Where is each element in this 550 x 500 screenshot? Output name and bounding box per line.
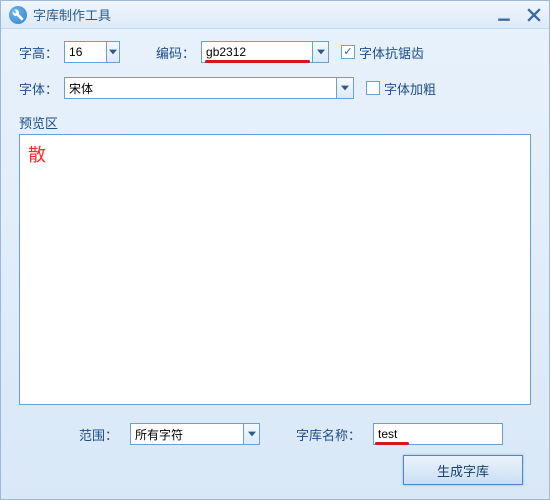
preview-sample-char: 散 bbox=[28, 145, 46, 165]
chevron-down-icon[interactable] bbox=[106, 42, 119, 62]
preview-section-label: 预览区 bbox=[19, 113, 531, 132]
row-height-encoding: 字高： 编码： 字体抗锯齿 bbox=[19, 41, 531, 63]
font-input[interactable] bbox=[65, 78, 336, 98]
window: 字库制作工具 字高： 编码： 字体抗锯齿 字体 bbox=[0, 0, 550, 500]
window-title: 字库制作工具 bbox=[33, 5, 111, 24]
libname-label: 字库名称： bbox=[296, 425, 361, 444]
row-range-name: 范围： 字库名称： bbox=[19, 423, 531, 445]
chevron-down-icon[interactable] bbox=[312, 42, 328, 62]
antialias-label: 字体抗锯齿 bbox=[359, 43, 424, 62]
annotation-underline bbox=[205, 60, 310, 63]
minimize-icon[interactable] bbox=[497, 8, 511, 22]
range-label: 范围： bbox=[79, 425, 118, 444]
chevron-down-icon[interactable] bbox=[243, 424, 259, 444]
bold-label: 字体加粗 bbox=[384, 79, 436, 98]
row-font: 字体： 字体加粗 bbox=[19, 77, 531, 99]
range-input[interactable] bbox=[131, 424, 243, 444]
antialias-checkbox-wrap[interactable]: 字体抗锯齿 bbox=[341, 43, 424, 62]
encoding-label: 编码： bbox=[156, 43, 195, 62]
generate-row: 生成字库 bbox=[19, 455, 531, 485]
height-combo[interactable] bbox=[64, 41, 120, 63]
chevron-down-icon[interactable] bbox=[336, 78, 353, 98]
font-label: 字体： bbox=[19, 79, 58, 98]
annotation-underline bbox=[375, 442, 409, 445]
bold-checkbox-wrap[interactable]: 字体加粗 bbox=[366, 79, 436, 98]
generate-button[interactable]: 生成字库 bbox=[403, 455, 523, 485]
titlebar: 字库制作工具 bbox=[1, 1, 549, 29]
range-combo[interactable] bbox=[130, 423, 260, 445]
app-icon bbox=[9, 6, 27, 24]
height-input[interactable] bbox=[65, 42, 106, 62]
encoding-combo[interactable] bbox=[201, 41, 329, 63]
content-area: 字高： 编码： 字体抗锯齿 字体： bbox=[1, 29, 549, 499]
libname-wrap bbox=[373, 423, 503, 445]
bold-checkbox[interactable] bbox=[366, 81, 380, 95]
window-controls bbox=[497, 8, 541, 22]
font-combo[interactable] bbox=[64, 77, 354, 99]
antialias-checkbox[interactable] bbox=[341, 45, 355, 59]
preview-box: 散 bbox=[19, 134, 531, 405]
height-label: 字高： bbox=[19, 43, 58, 62]
close-icon[interactable] bbox=[527, 8, 541, 22]
encoding-input[interactable] bbox=[202, 42, 312, 62]
